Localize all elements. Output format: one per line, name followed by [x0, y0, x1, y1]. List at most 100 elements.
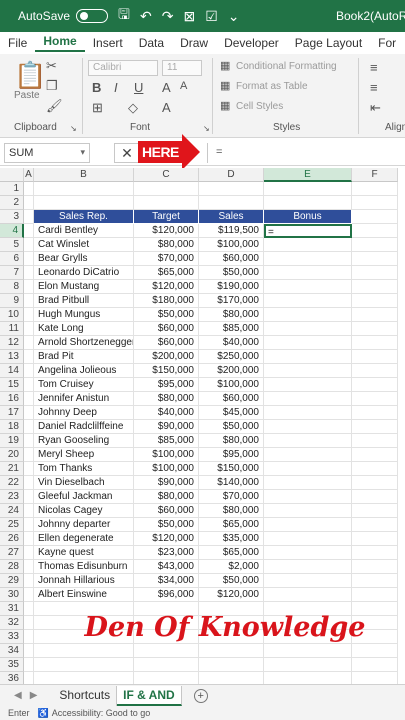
grid-cell[interactable]	[264, 448, 352, 462]
grid-cell[interactable]	[352, 504, 398, 518]
font-shrink-icon[interactable]: A	[180, 80, 187, 92]
grid-cell[interactable]	[264, 490, 352, 504]
grid-cell[interactable]	[24, 672, 34, 684]
row-header[interactable]: 10	[0, 308, 24, 322]
grid-cell[interactable]	[24, 658, 34, 672]
grid-cell[interactable]	[134, 182, 199, 196]
grid-cell[interactable]	[24, 392, 34, 406]
grid-cell[interactable]	[134, 196, 199, 210]
sales-rep-cell[interactable]: Johnny departer	[34, 518, 134, 532]
grid-cell[interactable]	[352, 336, 398, 350]
grid-cell[interactable]	[264, 182, 352, 196]
tab-insert[interactable]: Insert	[85, 36, 131, 50]
grid-cell[interactable]	[24, 644, 34, 658]
row-header[interactable]: 7	[0, 266, 24, 280]
row-header[interactable]: 8	[0, 280, 24, 294]
row-header[interactable]: 20	[0, 448, 24, 462]
font-size-box[interactable]: 11	[162, 60, 202, 76]
row-header[interactable]: 5	[0, 238, 24, 252]
row-header[interactable]: 36	[0, 672, 24, 684]
grid-cell[interactable]	[264, 350, 352, 364]
row-header[interactable]: 35	[0, 658, 24, 672]
sales-rep-cell[interactable]: Leonardo DiCatrio	[34, 266, 134, 280]
grid-cell[interactable]	[264, 588, 352, 602]
target-cell[interactable]: $120,000	[134, 224, 199, 238]
sales-cell[interactable]: $65,000	[199, 546, 264, 560]
row-header[interactable]: 14	[0, 364, 24, 378]
conditional-formatting-icon[interactable]: ▦	[220, 59, 230, 72]
row-header[interactable]: 6	[0, 252, 24, 266]
row-header[interactable]: 29	[0, 574, 24, 588]
sheet-tab-if-and[interactable]: IF & AND	[117, 685, 182, 706]
grid-cell[interactable]	[264, 546, 352, 560]
sales-rep-cell[interactable]: Johnny Deep	[34, 406, 134, 420]
grid-cell[interactable]	[34, 672, 134, 684]
grid-cell[interactable]	[24, 238, 34, 252]
target-cell[interactable]: $96,000	[134, 588, 199, 602]
checkbox-icon[interactable]: ☑	[205, 8, 218, 25]
target-cell[interactable]: $34,000	[134, 574, 199, 588]
grid-cell[interactable]	[24, 630, 34, 644]
row-header[interactable]: 16	[0, 392, 24, 406]
grid-cell[interactable]	[24, 280, 34, 294]
sales-rep-cell[interactable]: Ellen degenerate	[34, 532, 134, 546]
grid-cell[interactable]	[264, 560, 352, 574]
grid-cell[interactable]	[352, 462, 398, 476]
target-cell[interactable]: $150,000	[134, 364, 199, 378]
table-header-cell[interactable]: Bonus	[264, 210, 352, 224]
row-header[interactable]: 17	[0, 406, 24, 420]
grid-cell[interactable]	[352, 434, 398, 448]
grid-cell[interactable]	[24, 196, 34, 210]
sales-cell[interactable]: $170,000	[199, 294, 264, 308]
grid-cell[interactable]	[199, 644, 264, 658]
grid-cell[interactable]	[352, 266, 398, 280]
target-cell[interactable]: $60,000	[134, 504, 199, 518]
column-header-a[interactable]: A	[24, 168, 34, 182]
grid-cell[interactable]	[352, 574, 398, 588]
sales-rep-cell[interactable]: Daniel Radclilffeine	[34, 420, 134, 434]
copy-icon[interactable]: ❐	[46, 78, 58, 94]
sales-rep-cell[interactable]: Arnold Shortzenegger	[34, 336, 134, 350]
row-header[interactable]: 9	[0, 294, 24, 308]
target-cell[interactable]: $50,000	[134, 518, 199, 532]
save-icon[interactable]: 🖫	[118, 4, 130, 28]
borders-icon[interactable]: ⊞	[92, 100, 103, 116]
sales-cell[interactable]: $40,000	[199, 336, 264, 350]
cancel-formula-button[interactable]: ✕	[114, 143, 140, 163]
target-cell[interactable]: $200,000	[134, 350, 199, 364]
grid-cell[interactable]	[352, 476, 398, 490]
grid-cell[interactable]	[24, 252, 34, 266]
grid-cell[interactable]	[352, 448, 398, 462]
row-header[interactable]: 32	[0, 616, 24, 630]
row-header[interactable]: 4	[0, 224, 24, 238]
target-cell[interactable]: $43,000	[134, 560, 199, 574]
row-header[interactable]: 24	[0, 504, 24, 518]
grid-cell[interactable]	[24, 462, 34, 476]
grid-cell[interactable]	[352, 658, 398, 672]
column-header-b[interactable]: B	[34, 168, 134, 182]
grid-cell[interactable]	[24, 546, 34, 560]
sales-cell[interactable]: $50,000	[199, 266, 264, 280]
sales-rep-cell[interactable]: Hugh Mungus	[34, 308, 134, 322]
align-top-icon[interactable]: ≡	[370, 60, 378, 75]
grid-cell[interactable]	[352, 350, 398, 364]
grid-cell[interactable]	[352, 392, 398, 406]
grid-cell[interactable]	[264, 406, 352, 420]
grid-cell[interactable]	[24, 322, 34, 336]
grid-cell[interactable]	[199, 196, 264, 210]
grid-cell[interactable]	[264, 434, 352, 448]
grid-cell[interactable]	[24, 518, 34, 532]
sheet-tab-shortcuts[interactable]: Shortcuts	[53, 685, 118, 706]
grid-cell[interactable]	[264, 672, 352, 684]
accessibility-icon[interactable]: ♿	[38, 708, 49, 719]
grid-cell[interactable]	[352, 420, 398, 434]
target-cell[interactable]: $180,000	[134, 294, 199, 308]
grid-cell[interactable]	[24, 350, 34, 364]
sales-rep-cell[interactable]: Bear Grylls	[34, 252, 134, 266]
grid-cell[interactable]	[264, 392, 352, 406]
sales-rep-cell[interactable]: Cardi Bentley	[34, 224, 134, 238]
sales-rep-cell[interactable]: Brad Pit	[34, 350, 134, 364]
conditional-formatting-label[interactable]: Conditional Formatting	[236, 61, 337, 72]
sales-cell[interactable]: $45,000	[199, 406, 264, 420]
grid-cell[interactable]	[264, 504, 352, 518]
